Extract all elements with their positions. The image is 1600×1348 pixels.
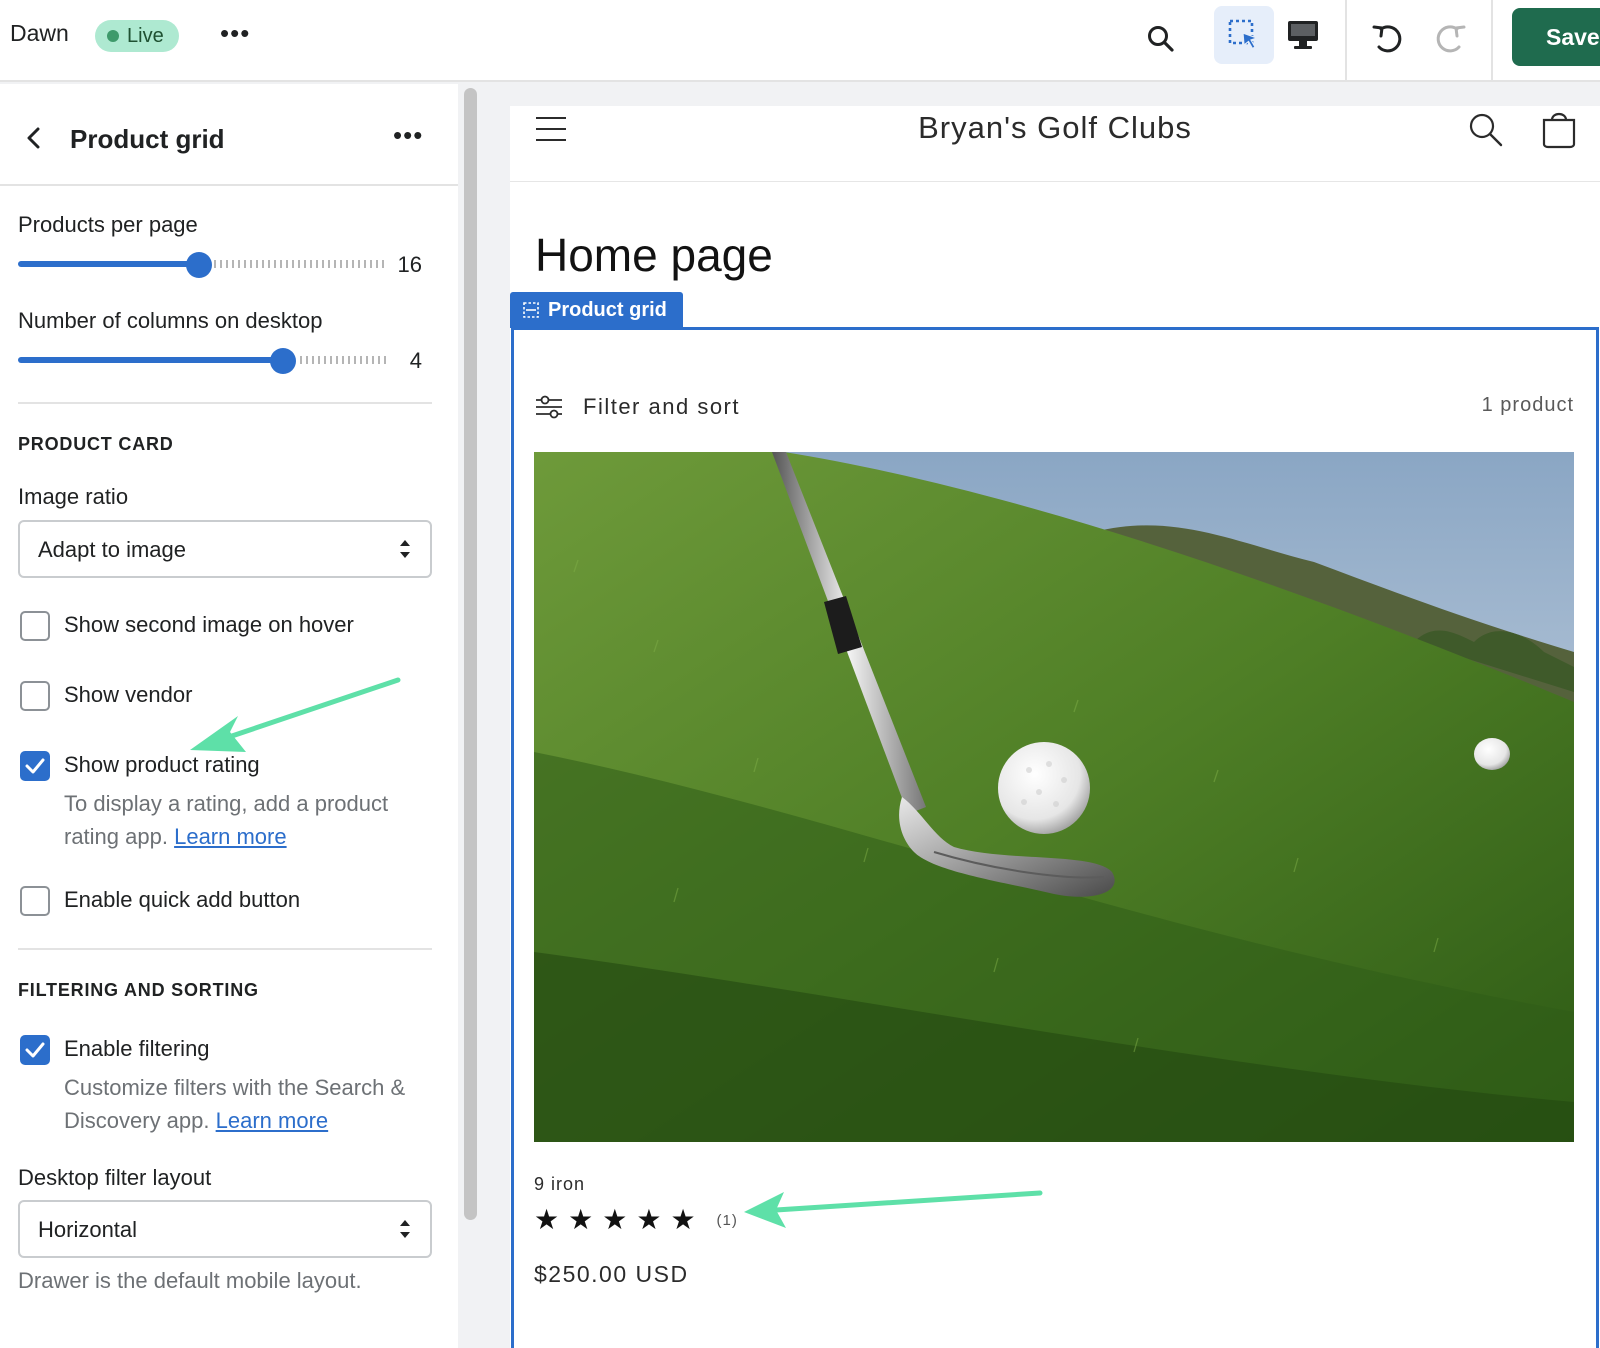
enable-filtering-checkbox[interactable] bbox=[20, 1035, 50, 1065]
product-price: $250.00 USD bbox=[534, 1261, 689, 1287]
topbar-divider bbox=[1345, 0, 1347, 82]
image-ratio-label: Image ratio bbox=[18, 484, 129, 509]
columns-desktop-slider[interactable] bbox=[18, 348, 386, 374]
products-per-page-slider[interactable] bbox=[18, 252, 386, 278]
section-icon bbox=[522, 301, 540, 319]
section-divider bbox=[18, 948, 432, 950]
save-button[interactable]: Save bbox=[1512, 8, 1600, 66]
search-icon[interactable] bbox=[1136, 14, 1186, 64]
slider-thumb[interactable] bbox=[186, 252, 212, 278]
star-icon: ★ bbox=[636, 1204, 662, 1235]
annotation-arrow-icon bbox=[744, 1190, 1043, 1228]
section-tag[interactable]: Product grid bbox=[510, 292, 683, 328]
show-second-image-label: Show second image on hover bbox=[64, 612, 354, 637]
checkmark-icon bbox=[25, 758, 45, 774]
live-dot bbox=[107, 30, 119, 42]
sidebar-title: Product grid bbox=[70, 124, 225, 154]
slider-track bbox=[300, 356, 386, 364]
mobile-layout-note: Drawer is the default mobile layout. bbox=[18, 1268, 362, 1293]
slider-track bbox=[214, 260, 386, 268]
page-title: Home page bbox=[535, 229, 773, 281]
topbar-divider bbox=[1491, 0, 1493, 82]
filter-icon[interactable] bbox=[534, 394, 564, 425]
golf-photo bbox=[534, 452, 1574, 1142]
filtering-learn-more-link[interactable]: Learn more bbox=[216, 1108, 329, 1133]
columns-desktop-label: Number of columns on desktop bbox=[18, 308, 323, 333]
slider-fill bbox=[18, 261, 200, 267]
desktop-view-icon[interactable] bbox=[1278, 10, 1328, 60]
theme-name: Dawn bbox=[10, 20, 69, 46]
redo-icon[interactable] bbox=[1422, 12, 1476, 66]
select-arrows-icon bbox=[398, 1216, 412, 1242]
filtering-heading: FILTERING AND SORTING bbox=[18, 980, 259, 1000]
desktop-filter-layout-label: Desktop filter layout bbox=[18, 1165, 212, 1190]
storefront-preview: Bryan's Golf Clubs Home page Product gri… bbox=[510, 106, 1600, 1348]
star-icon: ★ bbox=[670, 1204, 696, 1235]
back-arrow-icon[interactable] bbox=[18, 122, 50, 154]
sidebar-header: Product grid ••• bbox=[0, 84, 458, 186]
section-tag-label: Product grid bbox=[548, 298, 667, 321]
show-product-rating-label: Show product rating bbox=[64, 752, 260, 777]
select-arrows-icon bbox=[398, 536, 412, 562]
product-rating-learn-more-link[interactable]: Learn more bbox=[174, 824, 287, 849]
live-status-badge: Live bbox=[95, 20, 179, 52]
desktop-filter-layout-value: Horizontal bbox=[38, 1217, 138, 1242]
quick-add-checkbox[interactable] bbox=[20, 886, 50, 916]
slider-fill bbox=[18, 357, 284, 363]
store-search-icon[interactable] bbox=[1468, 112, 1504, 153]
show-vendor-checkbox[interactable] bbox=[20, 681, 50, 711]
settings-sidebar: Product grid ••• Products per page 16 Nu… bbox=[0, 84, 458, 1348]
filter-and-sort-button[interactable]: Filter and sort bbox=[583, 394, 740, 420]
annotation-arrow-icon bbox=[190, 677, 401, 752]
products-per-page-label: Products per page bbox=[18, 212, 198, 237]
columns-desktop-value: 4 bbox=[409, 348, 422, 373]
slider-thumb[interactable] bbox=[270, 348, 296, 374]
live-badge-label: Live bbox=[127, 24, 164, 47]
editor-topbar: Dawn Live ••• Save bbox=[0, 0, 1600, 82]
quick-add-label: Enable quick add button bbox=[64, 887, 301, 912]
product-rating-help: To display a rating, add a product ratin… bbox=[64, 787, 434, 853]
inspector-select-icon[interactable] bbox=[1214, 6, 1274, 64]
rating-count: (1) bbox=[716, 1211, 738, 1229]
more-icon[interactable]: ••• bbox=[220, 18, 250, 48]
star-icon: ★ bbox=[602, 1204, 628, 1235]
store-name[interactable]: Bryan's Golf Clubs bbox=[510, 110, 1600, 146]
checkmark-icon bbox=[25, 1042, 45, 1058]
sidebar-more-icon[interactable]: ••• bbox=[393, 122, 423, 148]
image-ratio-value: Adapt to image bbox=[38, 537, 186, 562]
undo-icon[interactable] bbox=[1362, 12, 1416, 66]
product-image[interactable] bbox=[534, 452, 1574, 1142]
cart-icon[interactable] bbox=[1540, 110, 1578, 155]
show-product-rating-checkbox[interactable] bbox=[20, 751, 50, 781]
product-card-heading: PRODUCT CARD bbox=[18, 434, 174, 454]
desktop-filter-layout-select[interactable]: Horizontal bbox=[18, 1200, 432, 1258]
filtering-help: Customize filters with the Search & Disc… bbox=[64, 1071, 434, 1137]
sidebar-scroll-thumb[interactable] bbox=[464, 88, 477, 1220]
image-ratio-select[interactable]: Adapt to image bbox=[18, 520, 432, 578]
star-icon: ★ bbox=[534, 1204, 560, 1235]
product-title[interactable]: 9 iron bbox=[534, 1174, 585, 1195]
product-rating: ★ ★ ★ ★ ★ (1) bbox=[534, 1206, 738, 1234]
store-header: Bryan's Golf Clubs bbox=[510, 106, 1600, 182]
enable-filtering-label: Enable filtering bbox=[64, 1036, 210, 1061]
star-icon: ★ bbox=[568, 1204, 594, 1235]
show-second-image-checkbox[interactable] bbox=[20, 611, 50, 641]
products-per-page-value: 16 bbox=[397, 252, 422, 277]
section-divider bbox=[18, 402, 432, 404]
show-vendor-label: Show vendor bbox=[64, 682, 193, 707]
product-count: 1 product bbox=[1481, 394, 1574, 416]
